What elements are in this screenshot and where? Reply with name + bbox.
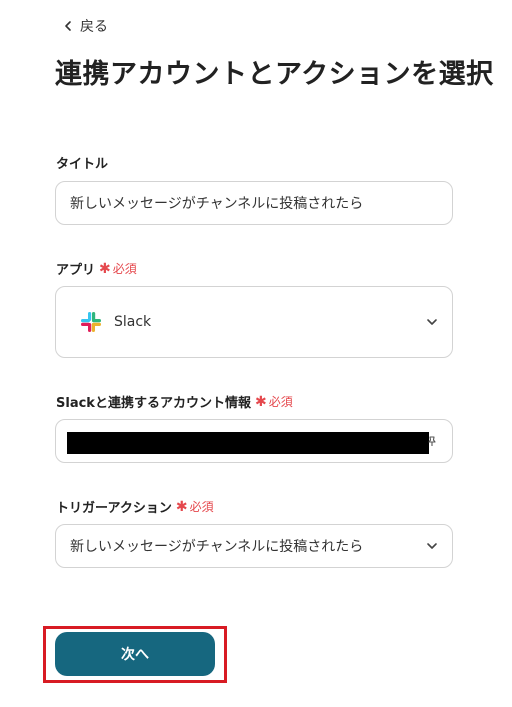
back-link[interactable]: 戻る (62, 16, 108, 36)
title-input-value: 新しいメッセージがチャンネルに投稿されたら (70, 196, 364, 212)
required-badge: ✱ 必須 (175, 498, 214, 515)
chevron-down-icon (427, 319, 437, 325)
next-button[interactable]: 次へ (55, 632, 215, 676)
app-select-value: Slack (114, 314, 152, 330)
chevron-down-icon (427, 543, 437, 549)
trigger-action-select[interactable]: 新しいメッセージがチャンネルに投稿されたら (55, 524, 453, 568)
required-badge: ✱ 必須 (99, 260, 137, 277)
title-field-label: タイトル (56, 157, 109, 172)
app-field-label: アプリ ✱ 必須 (56, 260, 137, 279)
chevron-left-icon (65, 21, 71, 31)
required-badge: ✱ 必須 (254, 393, 293, 410)
title-input[interactable]: 新しいメッセージがチャンネルに投稿されたら (55, 181, 453, 225)
trigger-field-label: トリガーアクション ✱ 必須 (56, 498, 214, 517)
back-label: 戻る (80, 19, 108, 35)
app-select[interactable]: Slack (55, 286, 453, 358)
account-field-label: Slackと連携するアカウント情報 ✱ 必須 (56, 393, 293, 412)
trigger-action-value: 新しいメッセージがチャンネルに投稿されたら (70, 539, 364, 555)
redacted-account-value (67, 432, 429, 454)
slack-logo-icon (81, 312, 101, 332)
page-title: 連携アカウントとアクションを選択 (55, 59, 494, 90)
account-select[interactable] (55, 419, 453, 463)
pin-icon (428, 436, 436, 446)
